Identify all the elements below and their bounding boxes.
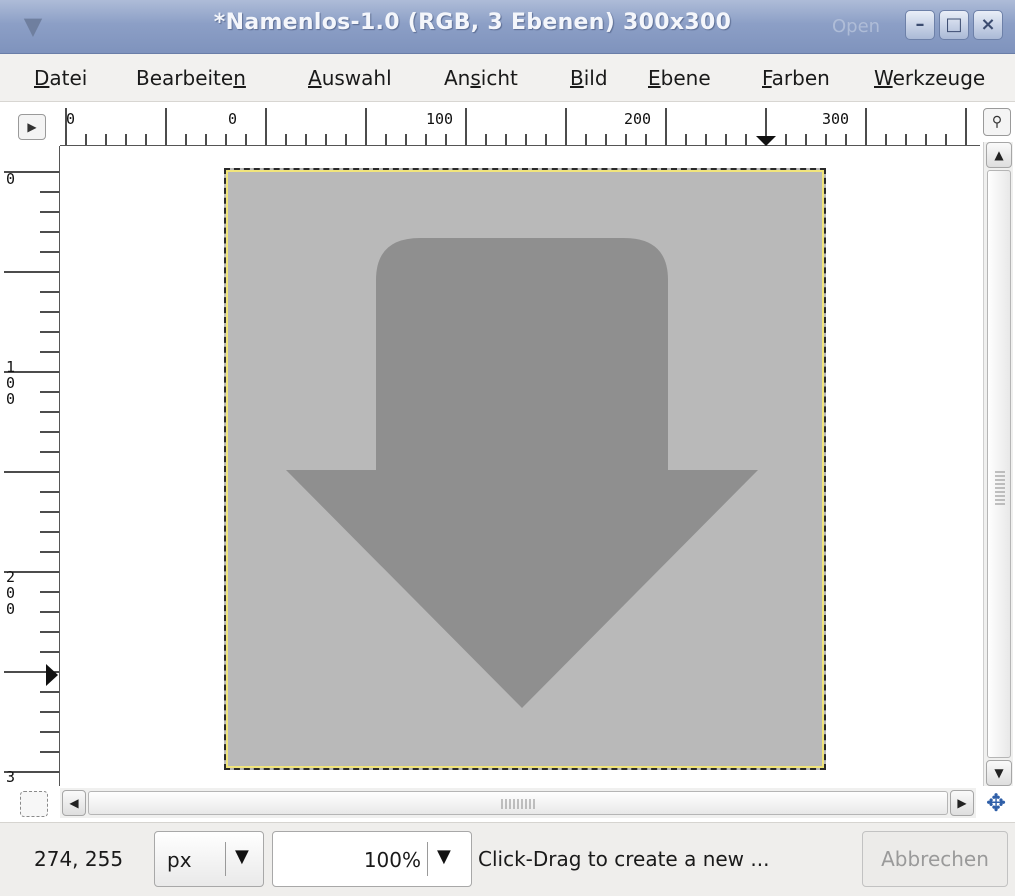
close-button[interactable]: × bbox=[973, 10, 1003, 40]
watermark: Open bbox=[832, 16, 881, 37]
scroll-up-button[interactable]: ▲ bbox=[986, 142, 1012, 168]
combo-separator bbox=[427, 842, 428, 876]
vruler-label-3: 3 bbox=[6, 768, 15, 786]
play-arrow-icon: ▶ bbox=[27, 120, 37, 134]
menu-bild[interactable]: Bild bbox=[570, 66, 608, 90]
horizontal-scroll-thumb[interactable] bbox=[88, 791, 948, 815]
zoom-value: 100% bbox=[363, 848, 421, 872]
menu-bearbeiten[interactable]: Bearbeiten bbox=[136, 66, 246, 90]
menu-ebene[interactable]: Ebene bbox=[648, 66, 711, 90]
unit-selector[interactable]: px ▼ bbox=[154, 831, 264, 887]
quick-mask-toggle[interactable] bbox=[20, 791, 48, 817]
vruler-pointer-marker bbox=[46, 664, 58, 686]
hruler-label-0b: 0 bbox=[228, 110, 237, 128]
arrow-right-icon: ▶ bbox=[957, 796, 967, 810]
horizontal-scrollbar[interactable]: ◀ ▶ bbox=[60, 788, 976, 818]
ruler-label-digit: 0 bbox=[6, 390, 15, 408]
zoom-selector[interactable]: 100% ▼ bbox=[272, 831, 472, 887]
pointer-coordinates: 274, 255 bbox=[34, 847, 124, 871]
hruler-label-100: 100 bbox=[426, 110, 453, 128]
arrow-down-icon: ▼ bbox=[994, 766, 1004, 780]
hruler-label-200: 200 bbox=[624, 110, 651, 128]
menu-ansicht[interactable]: Ansicht bbox=[444, 66, 518, 90]
magnifier-icon: ⚲ bbox=[991, 114, 1003, 130]
chevron-down-icon: ▼ bbox=[437, 846, 451, 867]
title-bar[interactable]: ▼ *Namenlos-1.0 (RGB, 3 Ebenen) 300x300 … bbox=[0, 0, 1015, 54]
hruler-label-0a: 0 bbox=[66, 110, 75, 128]
hruler-label-300: 300 bbox=[822, 110, 849, 128]
scroll-right-button[interactable]: ▶ bbox=[950, 790, 974, 816]
grip-icon bbox=[995, 471, 1005, 505]
zoom-image-button[interactable]: ⚲ bbox=[983, 108, 1011, 136]
vertical-scrollbar[interactable]: ▲ ▼ bbox=[983, 142, 1013, 786]
image-menu-button[interactable]: ▶ bbox=[18, 114, 46, 140]
horizontal-ruler-ticks: 0 0 100 200 300 bbox=[65, 108, 987, 146]
menu-werkzeuge[interactable]: Werkzeuge bbox=[874, 66, 985, 90]
vruler-label-200: 200 bbox=[6, 568, 15, 618]
status-bar: 274, 255 px ▼ 100% ▼ Click-Drag to creat… bbox=[0, 822, 1015, 896]
arrow-path bbox=[286, 238, 758, 708]
hruler-pointer-marker bbox=[756, 136, 776, 146]
scroll-left-button[interactable]: ◀ bbox=[62, 790, 86, 816]
vruler-label-0: 0 bbox=[6, 170, 15, 188]
status-message: Click-Drag to create a new ... bbox=[478, 847, 770, 871]
horizontal-ruler[interactable]: 0 0 100 200 300 bbox=[60, 104, 987, 146]
menu-datei[interactable]: Datei bbox=[34, 66, 87, 90]
vertical-scroll-thumb[interactable] bbox=[987, 170, 1011, 758]
vertical-ruler[interactable]: 0 100 200 3 bbox=[0, 146, 60, 793]
ruler-label-digit: 0 bbox=[6, 600, 15, 618]
down-arrow-shape bbox=[286, 238, 758, 708]
image-canvas[interactable] bbox=[224, 168, 826, 770]
maximize-button[interactable]: □ bbox=[939, 10, 969, 40]
vertical-ruler-ticks: 0 100 200 3 bbox=[4, 170, 59, 793]
unit-value: px bbox=[167, 848, 192, 872]
navigate-button[interactable]: ✥ bbox=[980, 789, 1012, 817]
grip-icon bbox=[501, 799, 535, 809]
menu-farben[interactable]: Farben bbox=[762, 66, 830, 90]
menu-auswahl[interactable]: Auswahl bbox=[308, 66, 392, 90]
combo-separator bbox=[225, 842, 226, 876]
cancel-button[interactable]: Abbrechen bbox=[862, 831, 1008, 887]
move-cross-icon: ✥ bbox=[985, 789, 1007, 817]
vruler-label-100: 100 bbox=[6, 358, 15, 408]
scroll-down-button[interactable]: ▼ bbox=[986, 760, 1012, 786]
menu-bar: Datei Bearbeiten Auswahl Ansicht Bild Eb… bbox=[0, 54, 1015, 102]
arrow-up-icon: ▲ bbox=[994, 148, 1004, 162]
minimize-button[interactable]: – bbox=[905, 10, 935, 40]
arrow-left-icon: ◀ bbox=[69, 796, 79, 810]
chevron-down-icon: ▼ bbox=[235, 846, 249, 867]
